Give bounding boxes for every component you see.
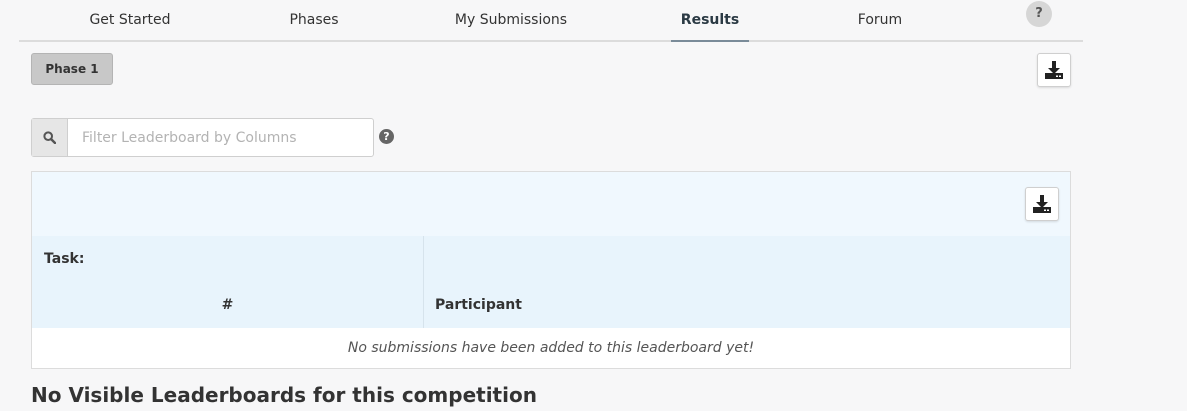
tab-get-started[interactable]: Get Started xyxy=(74,0,186,40)
column-header-row: # Participant xyxy=(32,282,1070,329)
column-divider xyxy=(423,282,424,328)
column-divider xyxy=(423,236,424,282)
tab-forum[interactable]: Forum xyxy=(841,0,919,40)
download-leaderboard-button[interactable] xyxy=(1025,187,1059,221)
empty-message: No submissions have been added to this l… xyxy=(32,328,1070,368)
leaderboard-table: Task: # Participant No submissions have … xyxy=(31,171,1071,369)
search-icon xyxy=(43,131,56,144)
download-results-button[interactable] xyxy=(1037,53,1071,87)
tab-results[interactable]: Results xyxy=(671,0,749,42)
task-row: Task: xyxy=(32,236,1070,283)
filter-input[interactable] xyxy=(68,119,373,156)
phase-1-button[interactable]: Phase 1 xyxy=(31,53,113,85)
tab-phases[interactable]: Phases xyxy=(269,0,359,40)
search-addon xyxy=(32,119,68,156)
column-header-participant[interactable]: Participant xyxy=(435,282,1035,328)
filter-leaderboard xyxy=(31,118,374,157)
column-header-rank[interactable]: # xyxy=(32,282,423,328)
tab-my-submissions[interactable]: My Submissions xyxy=(446,0,576,40)
competition-tabs: Get Started Phases My Submissions Result… xyxy=(19,0,1083,42)
download-icon xyxy=(1045,61,1063,79)
question-icon[interactable]: ? xyxy=(379,129,394,144)
leaderboard-header xyxy=(32,172,1070,237)
help-icon[interactable]: ? xyxy=(1026,1,1052,27)
task-label: Task: xyxy=(44,251,85,267)
no-leaderboards-heading: No Visible Leaderboards for this competi… xyxy=(31,383,537,407)
download-icon xyxy=(1033,195,1051,213)
